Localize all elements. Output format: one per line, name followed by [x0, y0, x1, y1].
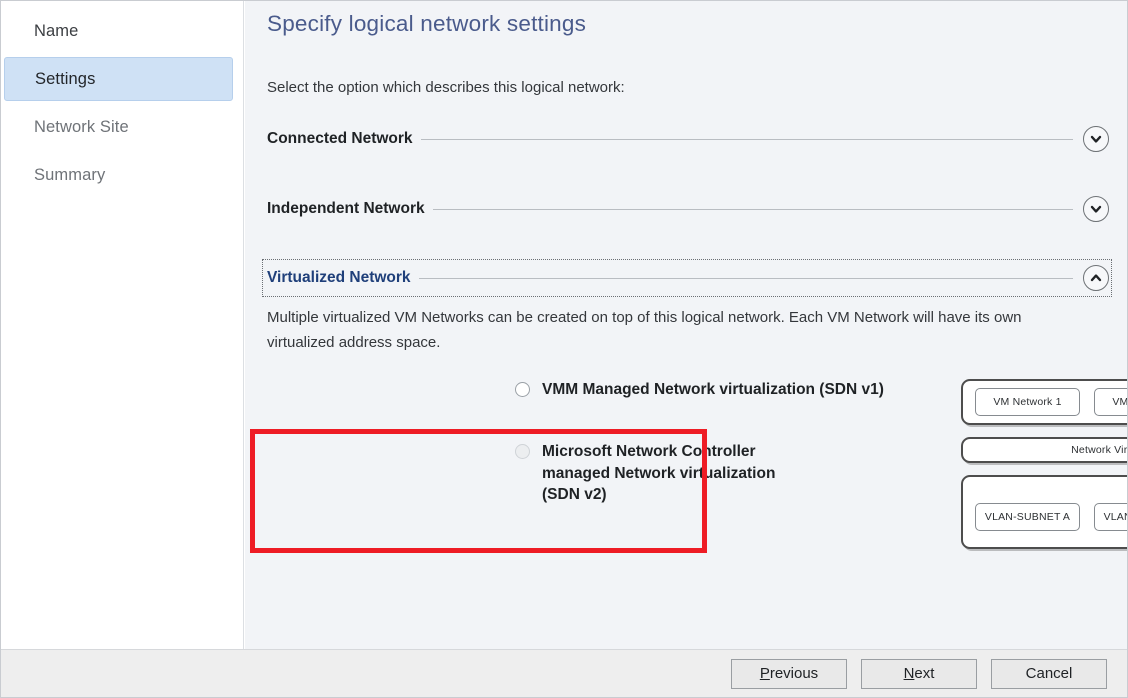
next-button[interactable]: Next	[861, 658, 977, 689]
sidebar-item-settings[interactable]: Settings	[4, 57, 233, 101]
virtualized-network-description: Multiple virtualized VM Networks can be …	[267, 309, 1022, 351]
section-connected-network[interactable]: Connected Network	[263, 121, 1111, 157]
previous-button-label-rest: revious	[769, 665, 819, 682]
sidebar-item-label: Settings	[35, 69, 96, 88]
wizard-window: Name Settings Network Site Summary Speci…	[0, 0, 1128, 698]
logical-network-label: Logical Network	[975, 483, 1127, 497]
vlan-subnet-chip[interactable]: VLAN-SUBNET A	[975, 503, 1080, 531]
sidebar-item-summary[interactable]: Summary	[4, 153, 233, 197]
radio-option-label: Microsoft Network Controller managed Net…	[542, 443, 776, 503]
wizard-step-sidebar: Name Settings Network Site Summary	[1, 1, 244, 649]
vm-networks-layer-box: VM Network 1 VM Network 2 ...	[961, 379, 1127, 425]
section-title: Independent Network	[267, 200, 425, 217]
radio-button-icon[interactable]	[515, 382, 530, 397]
sidebar-item-label: Name	[34, 21, 79, 40]
section-divider-rule	[420, 138, 1073, 140]
vm-network-chip[interactable]: VM Network 2	[1094, 388, 1127, 416]
sidebar-item-label: Network Site	[34, 117, 129, 136]
main-content-panel: Specify logical network settings Select …	[245, 1, 1128, 649]
section-title: Virtualized Network	[267, 269, 411, 286]
section-independent-network[interactable]: Independent Network	[263, 191, 1111, 227]
intro-text: Select the option which describes this l…	[267, 79, 625, 96]
section-title: Connected Network	[267, 130, 413, 147]
section-divider-rule	[432, 208, 1073, 210]
logical-network-layer-box: Logical Network VLAN-SUBNET A VLAN-SUBNE…	[961, 475, 1127, 549]
chevron-up-icon[interactable]	[1083, 265, 1109, 291]
radio-button-icon[interactable]	[515, 444, 530, 459]
vlan-subnet-chip[interactable]: VLAN-SUBNET B	[1094, 503, 1127, 531]
cancel-button[interactable]: Cancel	[991, 658, 1107, 689]
section-divider-rule	[418, 277, 1073, 279]
vm-network-chip[interactable]: VM Network 1	[975, 388, 1080, 416]
network-architecture-diagram: VM Network 1 VM Network 2 ... Network Vi…	[961, 379, 1128, 549]
sidebar-item-network-site[interactable]: Network Site	[4, 105, 233, 149]
page-title: Specify logical network settings	[267, 11, 587, 36]
vlan-subnet-chip-row: VLAN-SUBNET A VLAN-SUBNET B ...	[975, 503, 1127, 531]
sidebar-item-name[interactable]: Name	[4, 9, 233, 53]
sidebar-item-label: Summary	[34, 165, 106, 184]
previous-button[interactable]: Previous	[731, 658, 847, 689]
radio-option-sdn-v2[interactable]: Microsoft Network Controller managed Net…	[515, 441, 945, 506]
radio-option-sdn-v1[interactable]: VMM Managed Network virtualization (SDN …	[515, 379, 945, 401]
next-button-label-rest: ext	[914, 665, 935, 682]
section-virtualized-network[interactable]: Virtualized Network	[262, 259, 1112, 297]
network-virtualization-label: Network Virtualization	[1071, 444, 1128, 456]
network-virtualization-layer-box: Network Virtualization	[961, 437, 1128, 463]
chevron-down-icon[interactable]	[1083, 196, 1109, 222]
radio-option-label: VMM Managed Network virtualization (SDN …	[542, 381, 884, 398]
chevron-down-icon[interactable]	[1083, 126, 1109, 152]
wizard-footer: Previous Next Cancel	[1, 649, 1127, 697]
